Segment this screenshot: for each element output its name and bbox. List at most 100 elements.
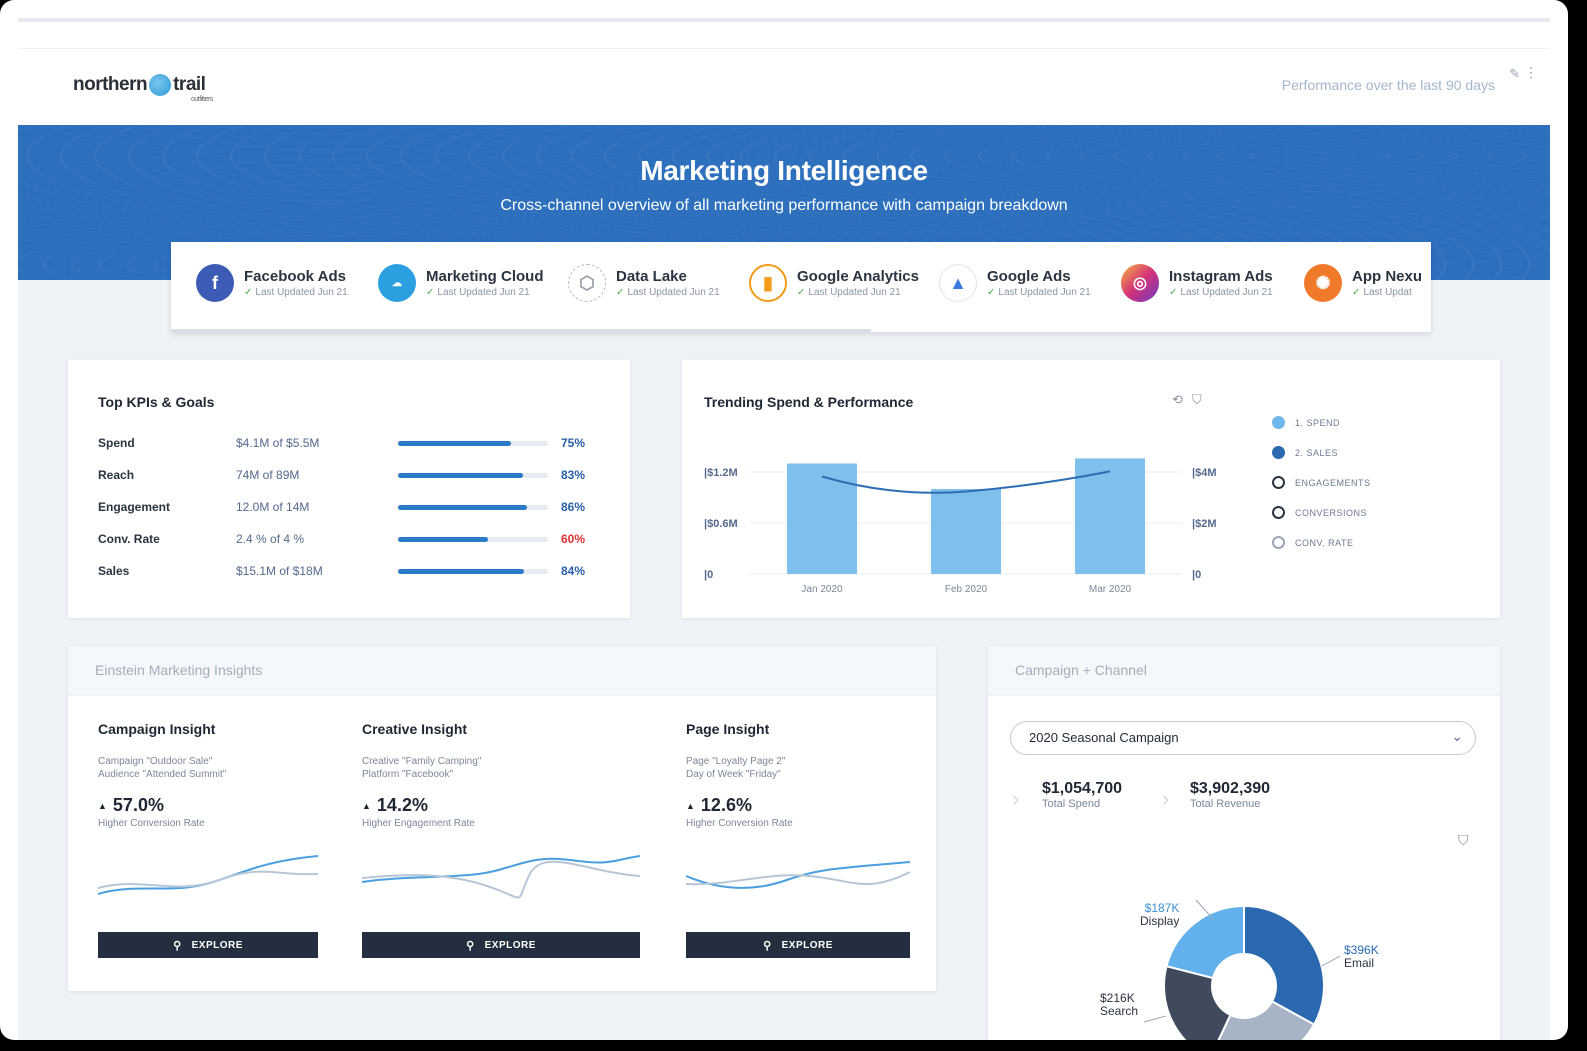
legend-dot (1272, 476, 1285, 489)
check-icon: ✓ (987, 287, 996, 298)
insight-caption: Higher Conversion Rate (98, 818, 205, 829)
app-nexus-icon: ✺ (1304, 264, 1342, 302)
source-marketing-cloud[interactable]: ☁ Marketing Cloud ✓ Last Updated Jun 21 (378, 264, 544, 302)
donut-slice (1163, 964, 1232, 1040)
kpi-value: $4.1M of $5.5M (236, 436, 320, 450)
source-name: Instagram Ads (1169, 268, 1273, 285)
campaign-title: Campaign + Channel (1015, 662, 1147, 678)
campaign-header: Campaign + Channel (988, 646, 1500, 696)
insight-meta-line: Campaign "Outdoor Sale" (98, 756, 213, 767)
legend-dot (1272, 506, 1285, 519)
kpi-progress-bar (398, 473, 548, 478)
kpi-value: 74M of 89M (236, 468, 300, 482)
sparkline-series (686, 871, 910, 886)
insight-value-text: 12.6% (700, 795, 752, 815)
chevron-right-icon[interactable]: › (1012, 786, 1019, 812)
explore-button[interactable]: ⚲ EXPLORE (686, 932, 910, 958)
check-icon: ✓ (1169, 287, 1178, 298)
window-divider (18, 48, 1550, 49)
source-app-nexus[interactable]: ✺ App Nexu ✓ Last Updat (1304, 264, 1422, 302)
legend-item[interactable]: ENGAGEMENTS (1272, 476, 1371, 489)
insights-header: Einstein Marketing Insights (68, 646, 936, 696)
legend-item[interactable]: 2. SALES (1272, 446, 1338, 459)
y-axis-tick: |$1.2M (704, 467, 738, 479)
y2-axis-tick: |$4M (1192, 467, 1216, 479)
legend-dot (1272, 446, 1285, 459)
pencil-icon[interactable]: ✎ (1509, 66, 1520, 82)
y-axis-tick: |$0.6M (704, 518, 738, 530)
slice-name: Search (1100, 1004, 1139, 1018)
insight-meta: Creative "Family Camping" Platform "Faceb… (362, 755, 481, 781)
window-top-bar (18, 18, 1550, 22)
filter-icon[interactable]: ⛉ (1192, 392, 1202, 408)
source-name: Marketing Cloud (426, 268, 544, 285)
x-axis-tick: Jan 2020 (801, 584, 843, 595)
kpi-label: Engagement (98, 500, 171, 514)
check-icon: ✓ (1352, 287, 1361, 298)
dashboard-header: northern trail outfitters Performance ov… (18, 50, 1550, 125)
kpi-percent: 86% (561, 500, 586, 514)
app-window: northern trail outfitters Performance ov… (0, 0, 1568, 1040)
refresh-icon[interactable]: ⟲ (1172, 392, 1183, 408)
search-icon: ⚲ (466, 939, 475, 952)
sparkline-series (98, 855, 318, 895)
more-vertical-icon[interactable]: ⋮ (1524, 64, 1538, 81)
source-name: Data Lake (616, 268, 687, 285)
sparkline-series (362, 860, 640, 899)
insight-block: Campaign Insight Campaign "Outdoor Sale" A… (98, 721, 226, 829)
check-icon: ✓ (797, 287, 806, 298)
insight-value: ▲ 14.2% (362, 795, 481, 816)
chevron-right-icon[interactable]: › (1162, 786, 1169, 812)
legend-item[interactable]: 1. SPEND (1272, 416, 1340, 429)
legend-item[interactable]: CONV. RATE (1272, 536, 1354, 549)
source-google-ads[interactable]: ▲ Google Ads ✓ Last Updated Jun 21 (939, 264, 1091, 302)
logo-subtitle: outfitters (191, 96, 213, 103)
kpi-progress-fill (398, 473, 523, 478)
logo-text-right: trail (173, 74, 206, 95)
legend-label: ENGAGEMENTS (1295, 477, 1371, 488)
legend-dot (1272, 416, 1285, 429)
explore-label: EXPLORE (484, 939, 536, 951)
insight-meta-line: Audience "Attended Summit" (98, 769, 227, 780)
legend-item[interactable]: CONVERSIONS (1272, 506, 1367, 519)
slice-name: Display (1140, 914, 1180, 928)
campaign-card: Campaign + Channel 2020 Seasonal Campaig… (988, 646, 1500, 1040)
kpi-card: Top KPIs & Goals Spend $4.1M of $5.5M 75% R… (68, 360, 630, 618)
triangle-up-icon: ▲ (686, 801, 695, 812)
insight-meta: Page "Loyalty Page 2" Day of Week "Friday… (686, 755, 793, 781)
search-icon: ⚲ (173, 939, 182, 952)
brand-logo[interactable]: northern trail outfitters (73, 74, 213, 103)
insight-meta-line: Creative "Family Camping" (362, 756, 482, 767)
source-google-analytics[interactable]: ▮ Google Analytics ✓ Last Updated Jun 21 (749, 264, 919, 302)
x-axis-tick: Feb 2020 (945, 584, 988, 595)
explore-button[interactable]: ⚲ EXPLORE (362, 932, 640, 958)
source-name: App Nexu (1352, 268, 1423, 285)
performance-period: Performance over the last 90 days (1281, 77, 1495, 93)
triangle-up-icon: ▲ (98, 801, 107, 812)
source-instagram-ads[interactable]: ◎ Instagram Ads ✓ Last Updated Jun 21 (1121, 264, 1273, 302)
kpi-progress-bar (398, 505, 548, 510)
source-data-lake[interactable]: ⬡ Data Lake ✓ Last Updated Jun 21 (568, 264, 720, 302)
kpi-label: Sales (98, 564, 130, 578)
globe-icon (149, 74, 172, 96)
source-name: Facebook Ads (244, 268, 346, 285)
kpi-value: 12.0M of 14M (236, 500, 310, 514)
logo-text-left: northern (73, 74, 148, 95)
explore-label: EXPLORE (191, 939, 243, 951)
kpi-card-title: Top KPIs & Goals (98, 394, 215, 410)
explore-button[interactable]: ⚲ EXPLORE (98, 932, 318, 958)
page-subtitle: Cross-channel overview of all marketing … (500, 197, 1068, 214)
total-revenue-value: $3,902,390 (1190, 780, 1271, 797)
legend-label: 2. SALES (1295, 447, 1339, 458)
insight-sparkline (686, 861, 910, 889)
kpi-percent: 75% (561, 436, 586, 450)
kpi-row: Sales $15.1M of $18M 84% (98, 564, 588, 584)
campaign-select[interactable]: 2020 Seasonal Campaign ⌄ (1010, 721, 1476, 755)
y2-axis-tick: |0 (1192, 569, 1201, 581)
kpi-label: Reach (98, 468, 135, 482)
source-facebook-ads[interactable]: f Facebook Ads ✓ Last Updated Jun 21 (196, 264, 348, 302)
sources-scrollbar[interactable] (171, 329, 871, 332)
trend-chart: |$1.2M |$0.6M |0 |$4M |$2M |0 Jan 2020 Feb 2020… (704, 458, 1216, 595)
kpi-label: Spend (98, 436, 135, 450)
insights-title: Einstein Marketing Insights (95, 662, 263, 678)
